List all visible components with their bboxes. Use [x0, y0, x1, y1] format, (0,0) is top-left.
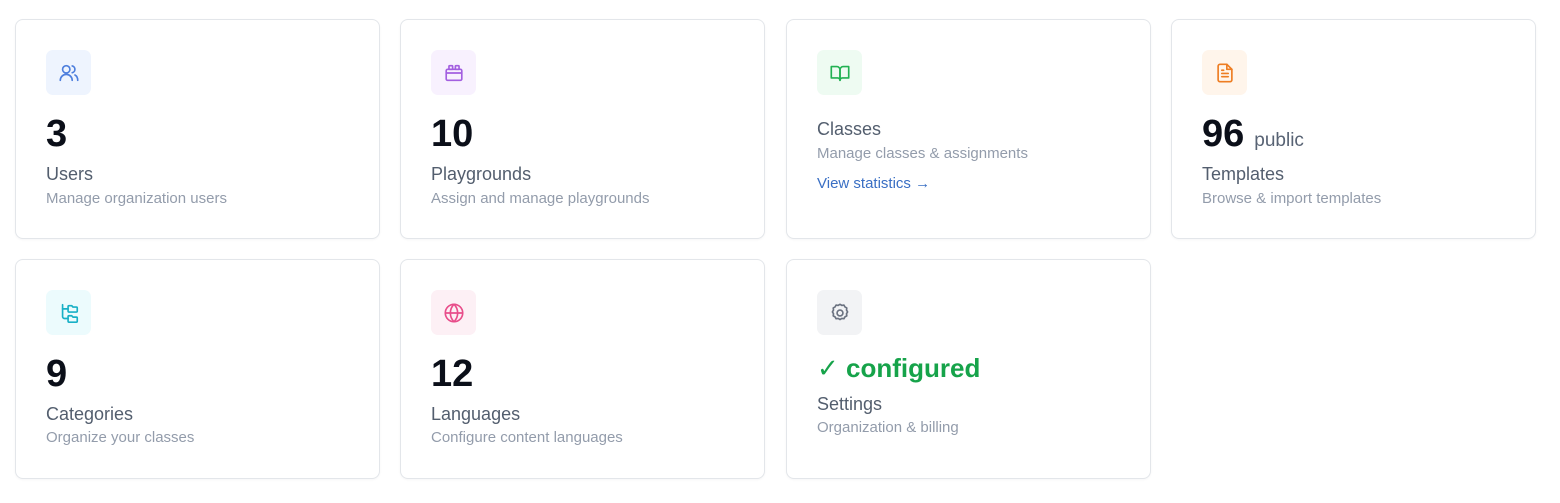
categories-card[interactable]: 9 Categories Organize your classes [15, 259, 380, 479]
users-icon [46, 50, 91, 95]
classes-title: Classes [817, 119, 882, 139]
languages-title: Languages [431, 404, 521, 424]
templates-count-suffix: public [1254, 130, 1304, 151]
templates-description: Browse & import templates [1202, 190, 1382, 207]
categories-title: Categories [46, 404, 134, 424]
playgrounds-count: 10 [431, 113, 474, 155]
categories-description: Organize your classes [46, 429, 195, 446]
settings-card[interactable]: ✓ configured Settings Organization & bil… [786, 259, 1151, 479]
folder-tree-icon [46, 290, 91, 335]
settings-title: Settings [817, 394, 883, 414]
users-description: Manage organization users [46, 190, 227, 207]
users-title: Users [46, 164, 94, 184]
users-count: 3 [46, 113, 68, 155]
users-card[interactable]: 3 Users Manage organization users [15, 19, 380, 239]
playgrounds-card[interactable]: 10 Playgrounds Assign and manage playgro… [400, 19, 765, 239]
classes-description: Manage classes & assignments [817, 145, 1028, 162]
file-text-icon [1202, 50, 1247, 95]
templates-card[interactable]: 96 public Templates Browse & import temp… [1171, 19, 1536, 239]
classes-card[interactable]: Classes Manage classes & assignments Vie… [786, 19, 1151, 239]
templates-title: Templates [1202, 164, 1285, 184]
book-open-icon [817, 50, 862, 95]
playgrounds-title: Playgrounds [431, 164, 532, 184]
languages-card[interactable]: 12 Languages Configure content languages [400, 259, 765, 479]
categories-count: 9 [46, 353, 68, 395]
gear-icon [817, 290, 862, 335]
languages-count: 12 [431, 353, 474, 395]
globe-icon [431, 290, 476, 335]
settings-description: Organization & billing [817, 419, 959, 436]
languages-description: Configure content languages [431, 429, 623, 446]
playgrounds-description: Assign and manage playgrounds [431, 190, 650, 207]
settings-status: ✓ configured [817, 353, 981, 383]
templates-count: 96 [1202, 113, 1245, 155]
view-statistics-link[interactable]: View statistics → [817, 175, 930, 193]
playground-icon [431, 50, 476, 95]
